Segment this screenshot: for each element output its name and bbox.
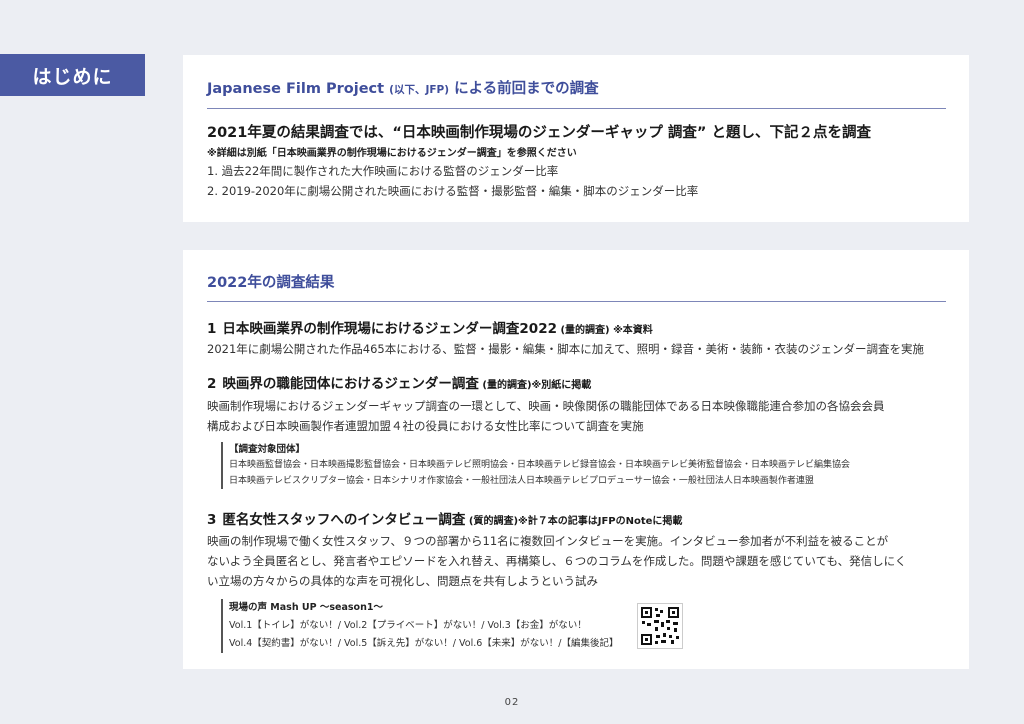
section-number: 1	[207, 321, 217, 337]
previous-survey-card: Japanese Film Project (以下、JFP) による前回までの調…	[183, 55, 969, 222]
body-line: 構成および日本映画製作者連盟加盟４社の役員における女性比率について調査を実施	[207, 419, 644, 433]
body-line: ないよう全員匿名とし、発言者やエピソードを入れ替え、再構築し、６つのコラムを作成…	[207, 554, 907, 568]
title-main: Japanese Film Project	[207, 81, 390, 97]
box-line: Vol.1【トイレ】がない！/ Vol.2【プライベート】がない！/ Vol.3…	[229, 620, 587, 631]
reference-note: ※詳細は別紙「日本映画業界の制作現場におけるジェンダー調査」を参照ください	[207, 148, 577, 159]
card-title: Japanese Film Project (以下、JFP) による前回までの調…	[207, 77, 599, 98]
target-organizations-box: 【調査対象団体】 日本映画監督協会・日本映画撮影監督協会・日本映画テレビ照明協会…	[221, 442, 850, 489]
page-number: 02	[504, 697, 520, 708]
box-heading: 現場の声 Mash UP 〜season1〜	[229, 602, 383, 613]
section-title: 匿名女性スタッフへのインタビュー調査	[222, 512, 466, 528]
title-rest: による前回までの調査	[449, 81, 599, 97]
section-2-body: 映画制作現場におけるジェンダーギャップ調査の一環として、映画・映像関係の職能団体…	[207, 396, 884, 436]
survey-heading: 2021年夏の結果調査では、“日本映画制作現場のジェンダーギャップ 調査” と題…	[207, 125, 872, 141]
section-1-body: 2021年に劇場公開された作品465本における、監督・撮影・編集・脚本に加えて、…	[207, 342, 925, 356]
list-item: 2. 2019-2020年に劇場公開された映画における監督・撮影監督・編集・脚本…	[207, 184, 699, 198]
body-line: い立場の方々からの具体的な声を可視化し、問題点を共有しようという試み	[207, 574, 598, 588]
body-line: 映画制作現場におけるジェンダーギャップ調査の一環として、映画・映像関係の職能団体…	[207, 399, 885, 413]
list-item: 1. 過去22年間に製作された大作映画における監督のジェンダー比率	[207, 164, 559, 178]
box-line: 日本映画テレビスクリプター協会・日本シナリオ作家協会・一般社団法人日本映画テレビ…	[229, 476, 814, 486]
box-line: 日本映画監督協会・日本映画撮影監督協会・日本映画テレビ照明協会・日本映画テレビ録…	[229, 460, 851, 470]
card-title: 2022年の調査結果	[207, 275, 335, 291]
divider	[207, 108, 946, 109]
title-small: (以下、JFP)	[389, 84, 450, 96]
section-number: 3	[207, 512, 217, 528]
divider	[207, 301, 946, 302]
section-tag-note: (質的調査)※計７本の記事はJFPのNoteに掲載	[465, 516, 683, 527]
results-2022-card: 2022年の調査結果 1 日本映画業界の制作現場におけるジェンダー調査2022 (…	[183, 250, 969, 669]
article-series-box: 現場の声 Mash UP 〜season1〜 Vol.1【トイレ】がない！/ V…	[221, 599, 618, 653]
section-tag-note: (量的調査) ※本資料	[556, 325, 653, 336]
section-tag: はじめに	[0, 54, 145, 96]
section-number: 2	[207, 376, 217, 392]
survey-items: 1. 過去22年間に製作された大作映画における監督のジェンダー比率 2. 201…	[207, 161, 698, 201]
section-tag-note: (量的調査)※別紙に掲載	[478, 380, 592, 391]
qr-code-icon[interactable]	[637, 603, 683, 649]
section-2-title: 2 映画界の職能団体におけるジェンダー調査 (量的調査)※別紙に掲載	[207, 372, 591, 392]
section-3-body: 映画の制作現場で働く女性スタッフ、９つの部署から11名に複数回インタビューを実施…	[207, 531, 906, 591]
section-1-title: 1 日本映画業界の制作現場におけるジェンダー調査2022 (量的調査) ※本資料	[207, 317, 653, 337]
section-title: 日本映画業界の制作現場におけるジェンダー調査2022	[222, 321, 557, 337]
section-title: 映画界の職能団体におけるジェンダー調査	[222, 376, 479, 392]
body-line: 映画の制作現場で働く女性スタッフ、９つの部署から11名に複数回インタビューを実施…	[207, 534, 889, 548]
box-line: Vol.4【契約書】がない！/ Vol.5【訴え先】がない！/ Vol.6【未来…	[229, 638, 619, 649]
section-3-title: 3 匿名女性スタッフへのインタビュー調査 (質的調査)※計７本の記事はJFPのNo…	[207, 508, 682, 528]
box-heading: 【調査対象団体】	[229, 444, 306, 455]
